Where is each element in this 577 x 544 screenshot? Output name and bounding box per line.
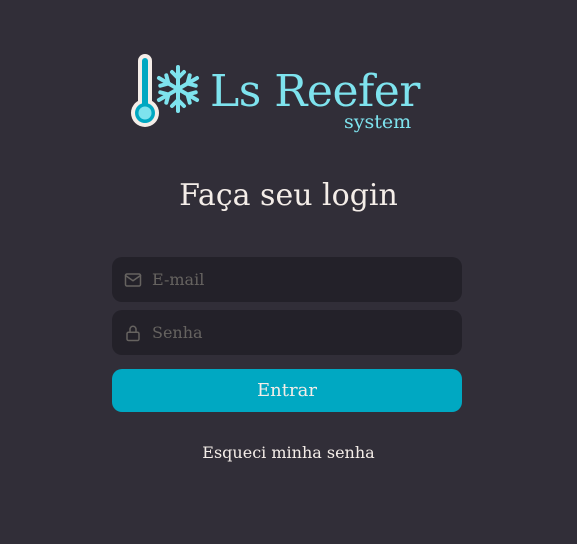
- forgot-password-container: Esqueci minha senha: [0, 442, 577, 464]
- logo-graphic: [131, 54, 200, 127]
- logo-subtitle: system: [344, 111, 412, 133]
- password-field[interactable]: [112, 310, 462, 355]
- email-input[interactable]: [152, 257, 462, 302]
- snowflake-icon: [156, 65, 200, 113]
- login-button[interactable]: Entrar: [112, 369, 462, 412]
- app-logo: Ls Reefer system: [128, 52, 428, 132]
- page-title: Faça seu login: [179, 178, 398, 213]
- password-input[interactable]: [152, 310, 462, 355]
- thermometer-icon: [131, 54, 159, 127]
- lock-icon: [124, 324, 142, 342]
- mail-icon: [124, 271, 142, 289]
- email-field[interactable]: [112, 257, 462, 302]
- forgot-password-link[interactable]: Esqueci minha senha: [202, 443, 374, 462]
